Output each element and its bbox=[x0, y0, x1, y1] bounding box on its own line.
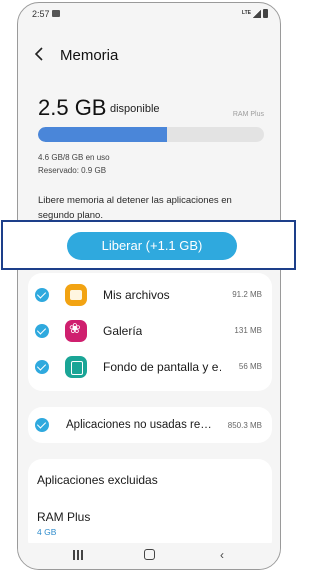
ram-plus-value: 4 GB bbox=[37, 527, 57, 537]
app-name: Fondo de pantalla y e… bbox=[103, 360, 221, 374]
nav-back-icon[interactable]: ‹ bbox=[220, 548, 224, 562]
back-arrow-icon[interactable] bbox=[34, 47, 44, 61]
app-row-files[interactable]: Mis archivos 91.2 MB bbox=[28, 277, 272, 313]
phone-screen: 2:57 LTE Memoria 2.5 GB disponible RAM P… bbox=[17, 2, 281, 570]
app-size: 131 MB bbox=[234, 326, 262, 335]
notification-icon bbox=[52, 10, 60, 17]
memory-usage-bar bbox=[38, 127, 264, 142]
app-name: Mis archivos bbox=[103, 288, 170, 302]
free-memory-button[interactable]: Liberar (+1.1 GB) bbox=[67, 232, 237, 260]
app-name: Galería bbox=[103, 324, 143, 338]
battery-icon bbox=[263, 9, 268, 18]
checkbox-checked-icon[interactable] bbox=[35, 360, 49, 374]
available-memory-label: disponible bbox=[110, 103, 160, 115]
memory-usage-fill bbox=[38, 127, 167, 142]
folder-icon bbox=[65, 284, 87, 306]
memory-description: Libere memoria al detener las aplicacion… bbox=[38, 195, 232, 221]
checkbox-checked-icon[interactable] bbox=[35, 418, 49, 432]
app-size: 91.2 MB bbox=[232, 290, 262, 299]
settings-card: Aplicaciones excluidas RAM Plus 4 GB bbox=[28, 459, 272, 554]
app-header: Memoria bbox=[18, 41, 280, 69]
memory-used-text: 4.6 GB/8 GB en uso bbox=[38, 153, 110, 162]
available-memory-value: 2.5 GB bbox=[38, 95, 107, 120]
page-title: Memoria bbox=[60, 47, 119, 64]
wallpaper-icon bbox=[65, 356, 87, 378]
checkbox-checked-icon[interactable] bbox=[35, 288, 49, 302]
status-bar: 2:57 LTE bbox=[18, 3, 280, 25]
navigation-bar: ‹ bbox=[18, 543, 280, 569]
unused-apps-row[interactable]: Aplicaciones no usadas re… 850.3 MB bbox=[28, 407, 272, 443]
ram-plus-caption: RAM Plus bbox=[232, 111, 264, 118]
status-indicators: LTE bbox=[242, 9, 268, 18]
home-icon[interactable] bbox=[144, 549, 155, 560]
apps-card: Mis archivos 91.2 MB Galería 131 MB Fond… bbox=[28, 273, 272, 391]
app-row-gallery[interactable]: Galería 131 MB bbox=[28, 313, 272, 349]
unused-apps-size: 850.3 MB bbox=[227, 421, 262, 430]
status-time: 2:57 bbox=[32, 9, 50, 19]
memory-reserved-text: Reservado: 0.9 GB bbox=[38, 166, 107, 175]
network-type: LTE bbox=[241, 10, 251, 16]
unused-apps-label: Aplicaciones no usadas re… bbox=[66, 419, 212, 431]
recent-apps-icon[interactable] bbox=[73, 550, 83, 560]
app-row-wallpaper[interactable]: Fondo de pantalla y e… 56 MB bbox=[28, 349, 272, 385]
app-size: 56 MB bbox=[238, 362, 262, 371]
signal-icon bbox=[253, 9, 261, 18]
highlight-box: Liberar (+1.1 GB) bbox=[1, 220, 296, 270]
checkbox-checked-icon[interactable] bbox=[35, 324, 49, 338]
gallery-icon bbox=[65, 320, 87, 342]
ram-plus-item[interactable]: RAM Plus bbox=[37, 510, 90, 524]
excluded-apps-item[interactable]: Aplicaciones excluidas bbox=[37, 473, 158, 487]
